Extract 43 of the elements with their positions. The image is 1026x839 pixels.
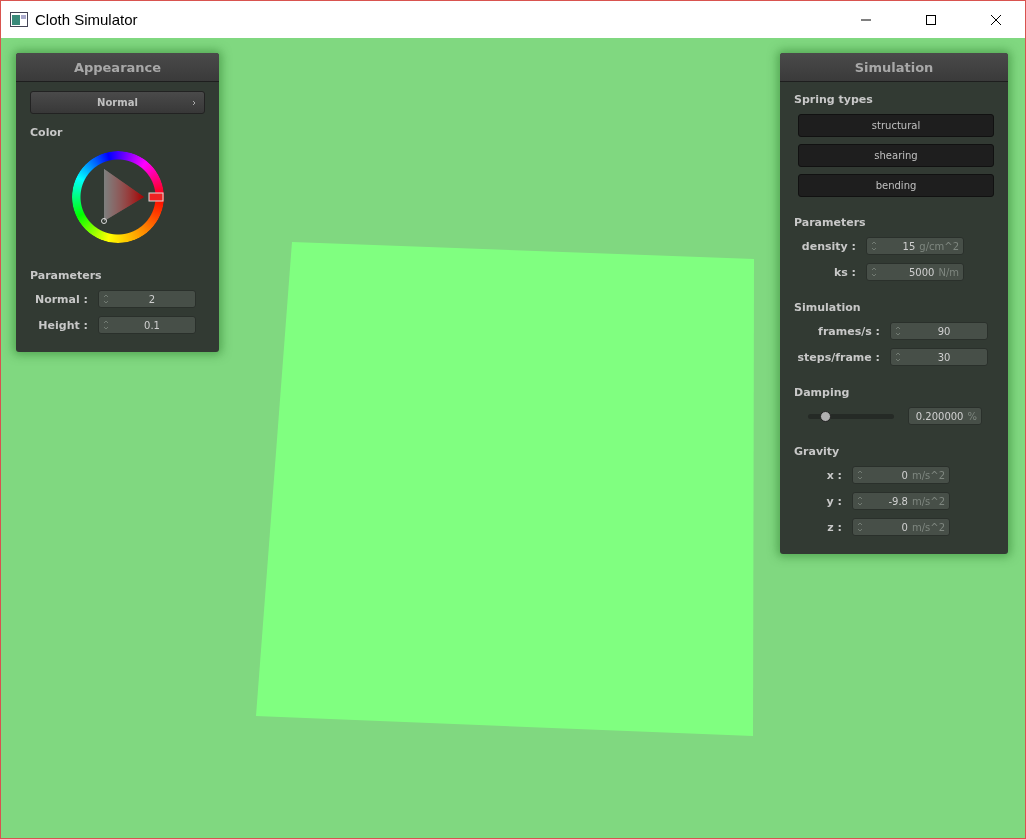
field-label: steps/frame : <box>796 350 880 364</box>
section-title: Parameters <box>30 269 103 282</box>
spring-type-button[interactable]: structural <box>798 114 994 137</box>
window-title: Cloth Simulator <box>35 11 139 28</box>
section-title: Gravity <box>794 445 841 458</box>
section-title: Damping <box>794 386 851 399</box>
stepper-icon[interactable] <box>857 495 863 507</box>
field-label: x : <box>825 468 842 482</box>
panel-title: Appearance <box>16 53 219 82</box>
field-label: Normal : <box>33 292 88 306</box>
field-label: z : <box>826 520 842 534</box>
section-title: Color <box>30 126 64 139</box>
panel-title: Simulation <box>780 53 1008 82</box>
spring-type-button[interactable]: bending <box>798 174 994 197</box>
stepper-icon[interactable] <box>895 325 901 337</box>
stepper-icon[interactable] <box>103 319 109 331</box>
number-field[interactable]: 90 <box>890 322 988 340</box>
mode-dropdown[interactable]: Normal <box>30 91 205 114</box>
stepper-icon[interactable] <box>871 266 877 278</box>
field-label: Height : <box>37 318 88 332</box>
app-icon <box>10 12 28 27</box>
field-label: density : <box>800 239 856 253</box>
stepper-icon[interactable] <box>857 521 863 533</box>
number-field[interactable]: 0.1 <box>98 316 196 334</box>
close-icon <box>990 13 1002 26</box>
stepper-icon[interactable] <box>103 293 109 305</box>
maximize-icon <box>925 13 937 26</box>
stepper-icon[interactable] <box>895 351 901 363</box>
stepper-icon[interactable] <box>857 469 863 481</box>
section-title: Spring types <box>794 93 874 106</box>
slider-thumb[interactable] <box>820 410 832 422</box>
spring-type-button[interactable]: shearing <box>798 144 994 167</box>
chevron-right-icon <box>192 100 196 106</box>
number-field[interactable]: 2 <box>98 290 196 308</box>
number-field[interactable]: 0.200000 % <box>908 407 982 425</box>
stepper-icon[interactable] <box>871 240 877 252</box>
field-label: y : <box>825 494 842 508</box>
section-title: Simulation <box>794 301 862 314</box>
slider-track[interactable] <box>808 413 894 419</box>
field-label: frames/s : <box>817 324 880 338</box>
number-field[interactable]: 30 <box>890 348 988 366</box>
field-label: ks : <box>832 265 856 279</box>
section-title: Parameters <box>794 216 867 229</box>
